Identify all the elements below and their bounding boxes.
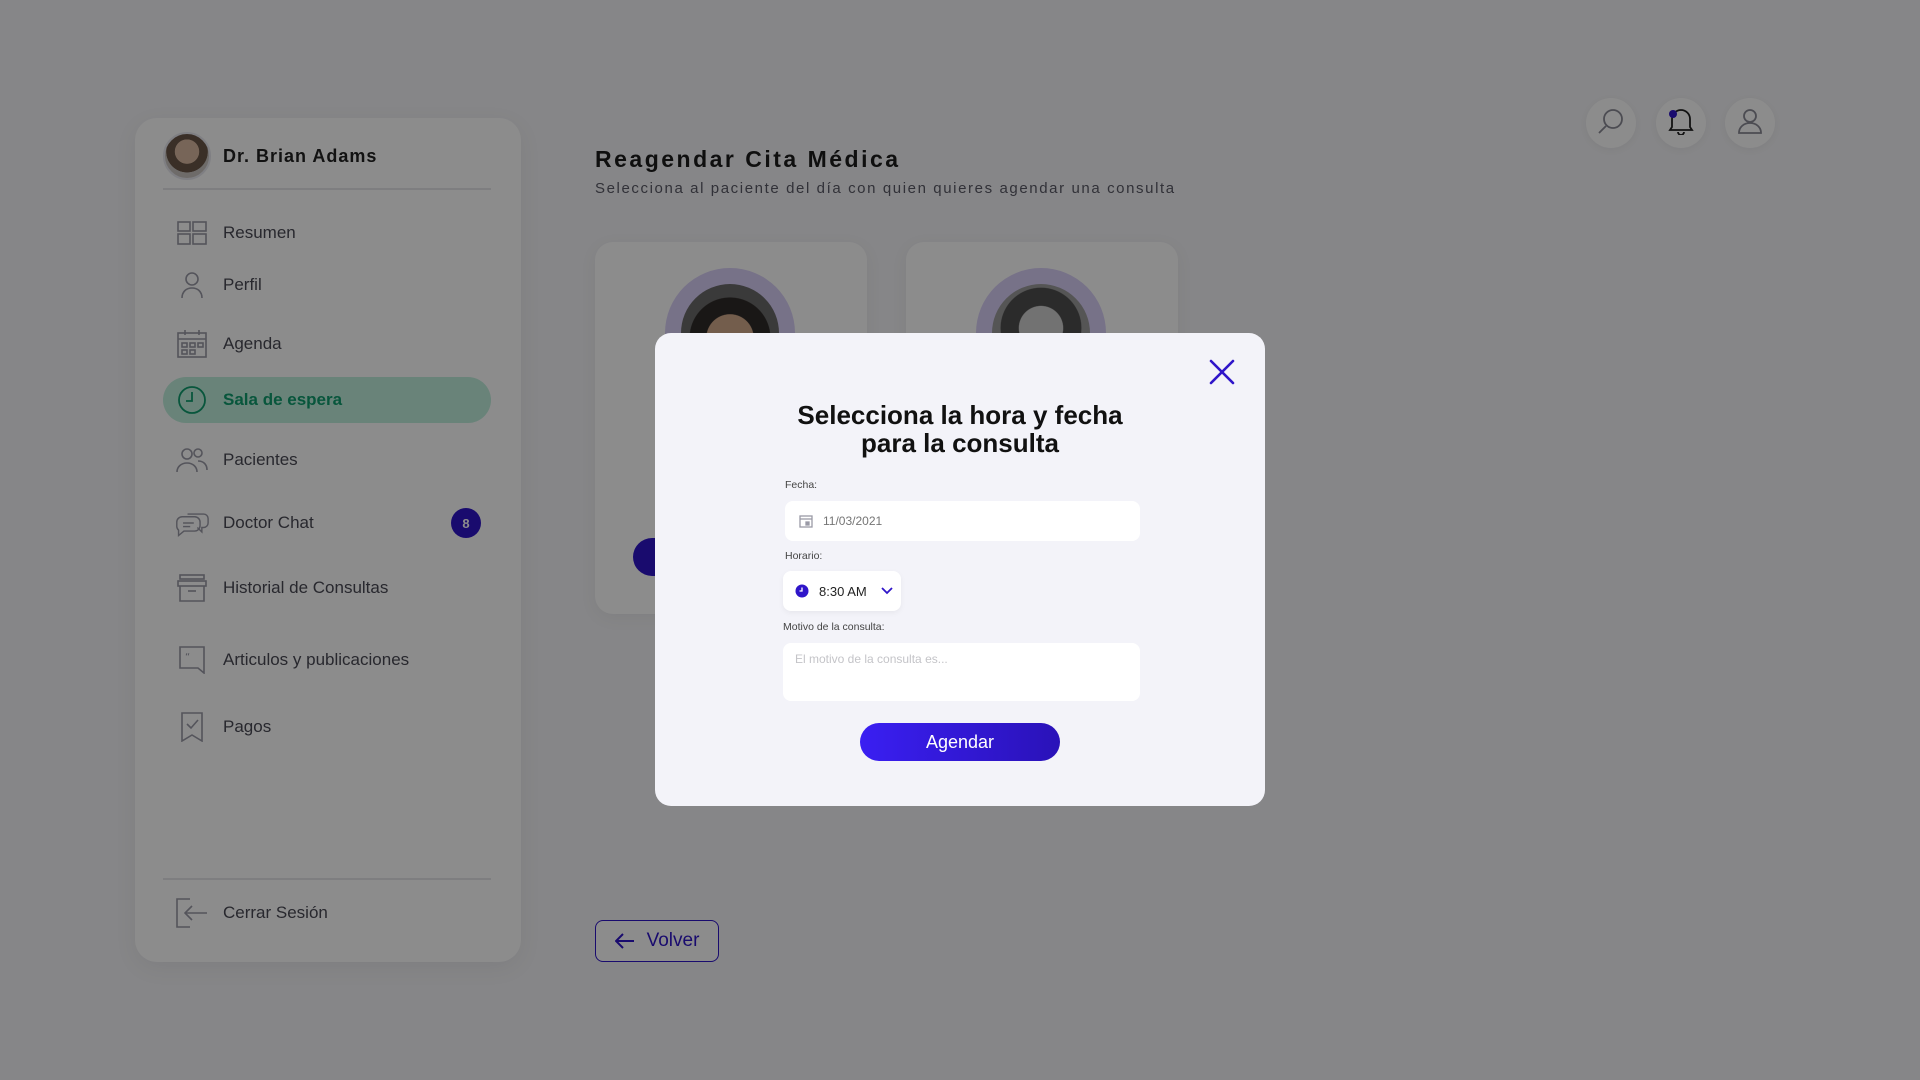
time-label: Horario:	[785, 550, 823, 562]
reason-field[interactable]	[783, 643, 1140, 701]
date-label: Fecha:	[785, 479, 818, 491]
clock-icon	[795, 584, 809, 598]
chevron-down-icon	[881, 587, 893, 595]
schedule-button[interactable]: Agendar	[860, 723, 1060, 761]
schedule-modal: Selecciona la hora y fecha para la consu…	[655, 333, 1265, 806]
modal-title: Selecciona la hora y fecha para la consu…	[655, 401, 1265, 457]
time-select[interactable]: 8:30 AM	[783, 571, 901, 611]
reason-label: Motivo de la consulta:	[783, 621, 885, 633]
time-value: 8:30 AM	[819, 583, 867, 599]
date-input[interactable]	[821, 513, 1105, 529]
date-field[interactable]	[785, 501, 1140, 541]
close-button[interactable]	[1205, 355, 1239, 389]
modal-title-line1: Selecciona la hora y fecha	[797, 400, 1123, 430]
calendar-icon	[799, 515, 813, 528]
close-icon	[1209, 359, 1235, 385]
modal-title-line2: para la consulta	[861, 428, 1059, 458]
